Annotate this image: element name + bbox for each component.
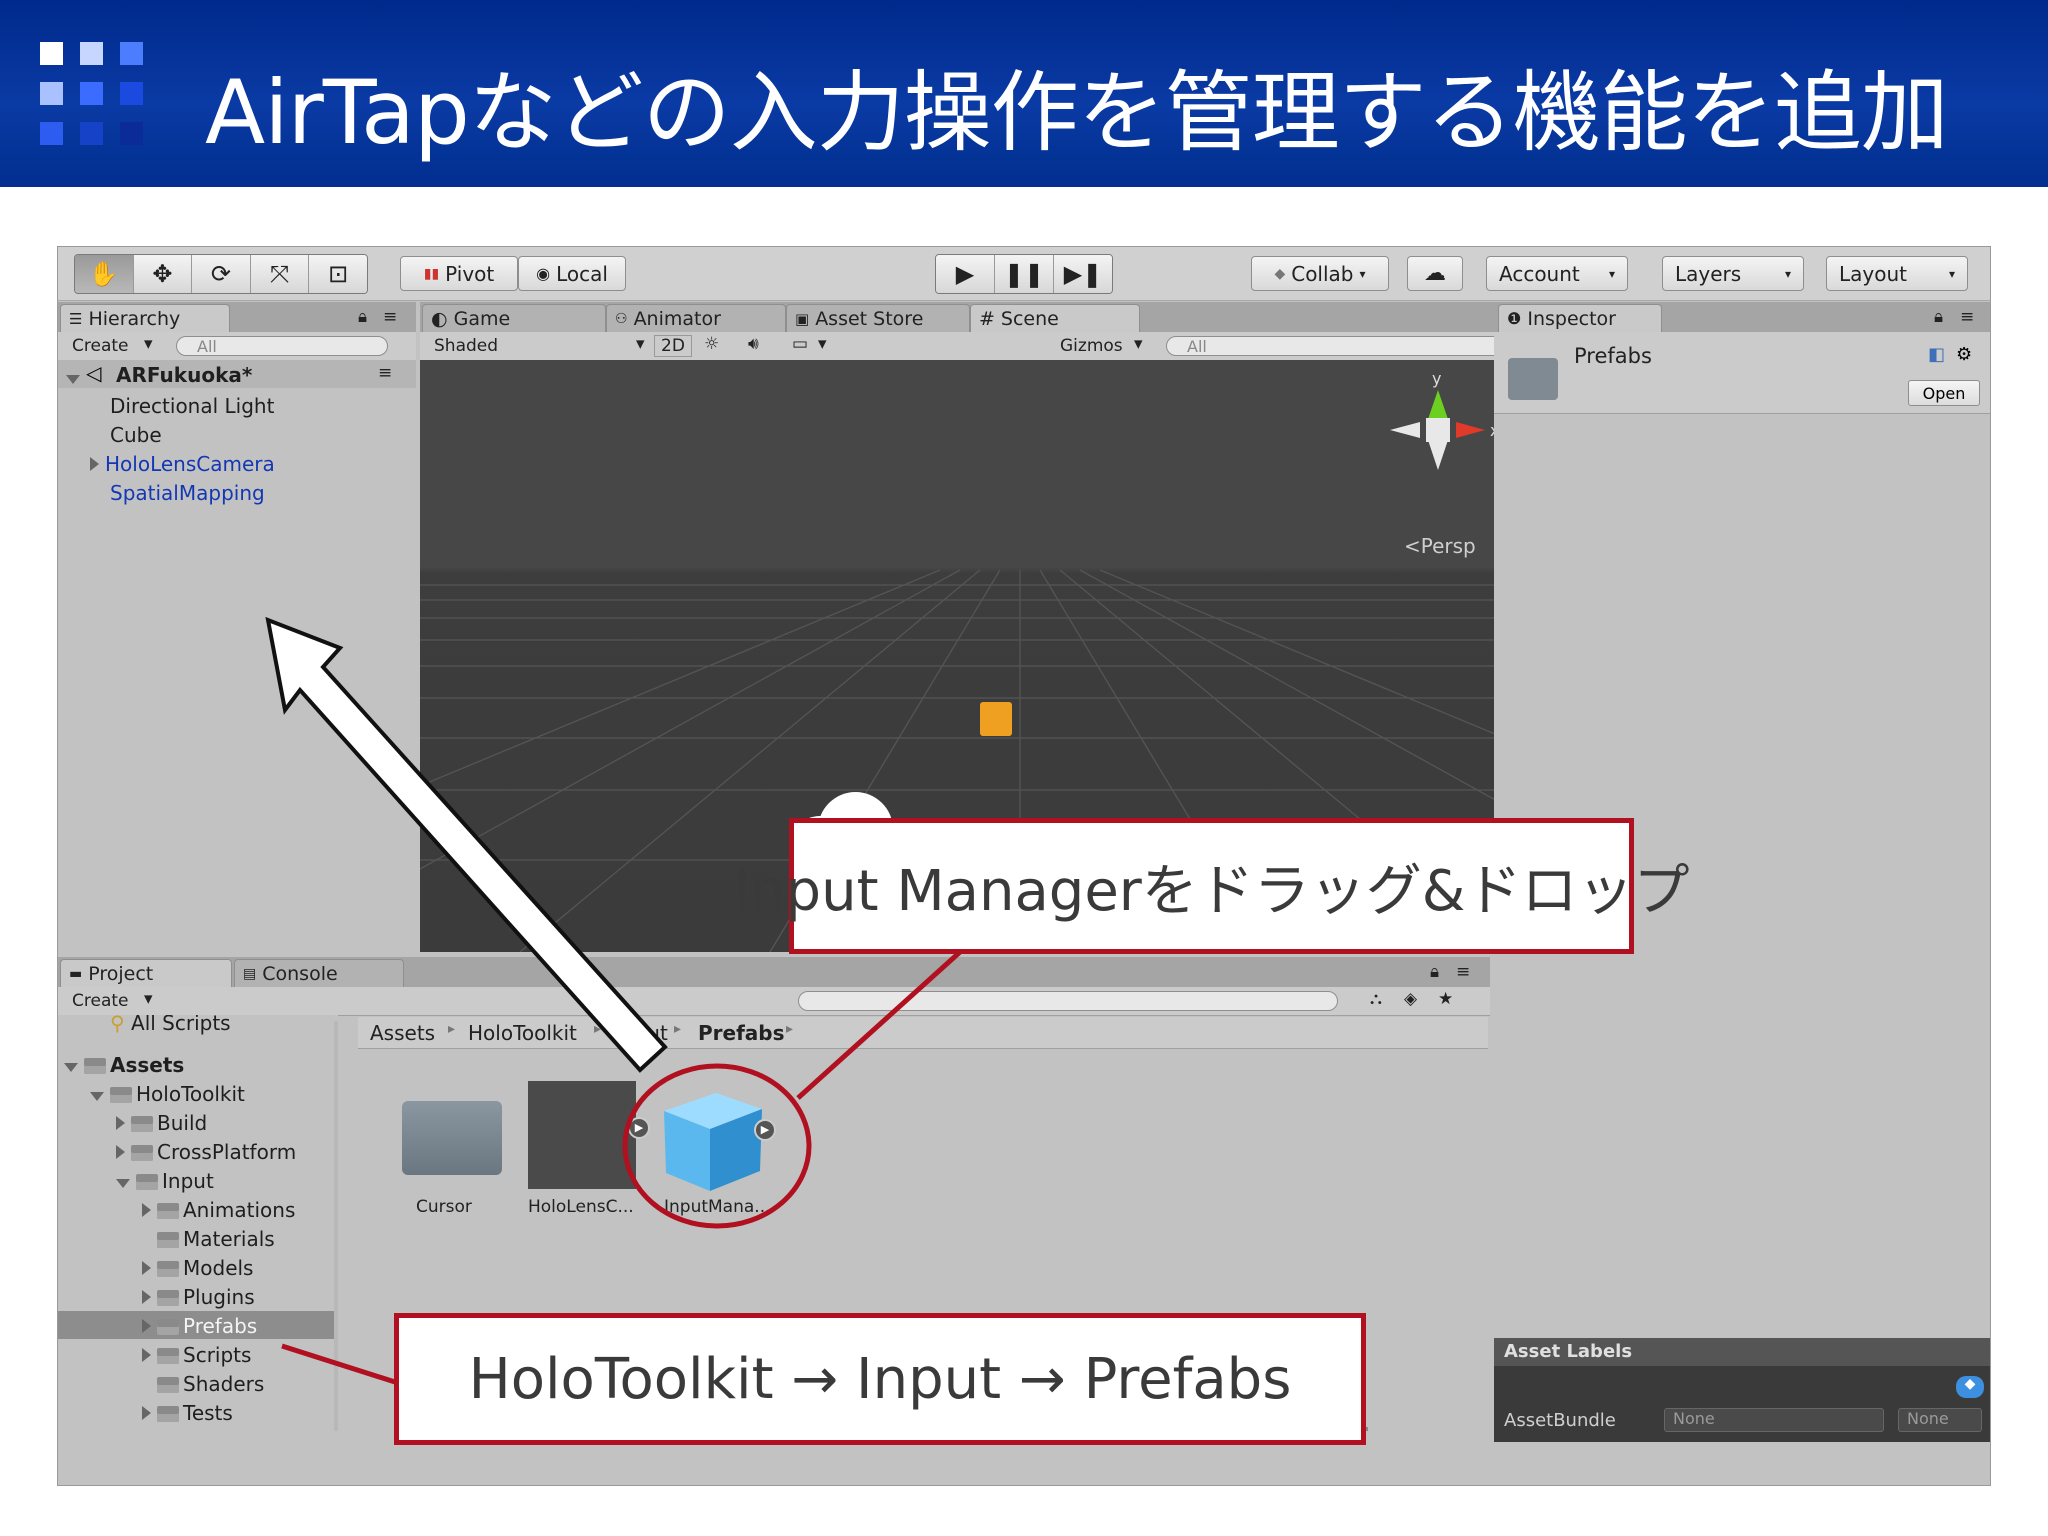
annotation-overlay bbox=[265, 616, 962, 1385]
callout-input-manager: Input Managerをドラッグ&ドロップ bbox=[734, 818, 1689, 954]
callout-connector-line bbox=[281, 1343, 396, 1385]
callout-connector-line bbox=[796, 950, 962, 1100]
callout-holotoolkit-path: HoloToolkit → Input → Prefabs bbox=[394, 1313, 1366, 1445]
highlight-circle bbox=[622, 1063, 812, 1229]
drag-arrow-icon bbox=[265, 616, 668, 1073]
